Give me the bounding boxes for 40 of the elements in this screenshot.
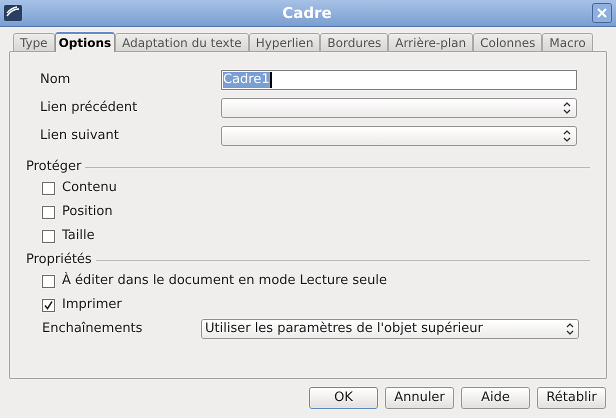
checkbox[interactable] — [42, 274, 55, 288]
dropdown[interactable]: Utiliser les paramètres de l'objet supérieur — [201, 319, 579, 339]
spin-arrows-icon — [565, 322, 575, 336]
dialog-button[interactable]: Aide — [461, 387, 530, 409]
window-title: Cadre — [281, 2, 333, 24]
app-icon — [4, 5, 22, 21]
tab[interactable]: Colonnes — [473, 33, 542, 51]
tab[interactable]: Hyperlien — [248, 33, 320, 51]
checkbox-label: Taille — [62, 227, 95, 246]
field-label: Enchaînements — [42, 320, 144, 338]
close-icon — [597, 8, 607, 18]
spin-arrows-icon — [562, 129, 572, 143]
checkbox-label: Contenu — [62, 179, 117, 198]
checkbox[interactable] — [42, 230, 55, 242]
field-label: Nom — [40, 71, 72, 90]
field-value: Cadre1 — [223, 72, 272, 88]
checkbox[interactable] — [42, 206, 55, 218]
tab[interactable]: Bordures — [320, 33, 388, 51]
section-heading: Propriétés — [26, 251, 92, 270]
spin-arrows-icon — [562, 101, 572, 115]
checkbox[interactable] — [42, 182, 55, 194]
tab[interactable]: Options — [54, 32, 116, 52]
checkbox-label: À éditer dans le document en mode Lecture seule — [62, 271, 387, 290]
checkbox-label: Imprimer — [62, 296, 122, 314]
spin-field[interactable] — [221, 98, 577, 118]
tab[interactable]: Type — [13, 33, 55, 51]
dialog-button[interactable]: OK — [309, 387, 378, 409]
field-label: Lien précédent — [40, 99, 138, 118]
tab[interactable]: Adaptation du texte — [115, 33, 249, 51]
close-button[interactable] — [592, 3, 612, 23]
checkbox[interactable] — [42, 298, 55, 312]
field-label: Lien suivant — [40, 127, 120, 146]
checkbox-label: Position — [62, 203, 113, 222]
dialog-button[interactable]: Annuler — [385, 387, 454, 409]
tab[interactable]: Arrière-plan — [388, 33, 474, 51]
section-heading: Protéger — [26, 158, 82, 176]
spin-field[interactable] — [221, 126, 577, 146]
tab[interactable]: Macro — [542, 33, 593, 51]
dialog-button[interactable]: Rétablir — [537, 387, 606, 409]
checkmark-icon — [43, 300, 54, 310]
